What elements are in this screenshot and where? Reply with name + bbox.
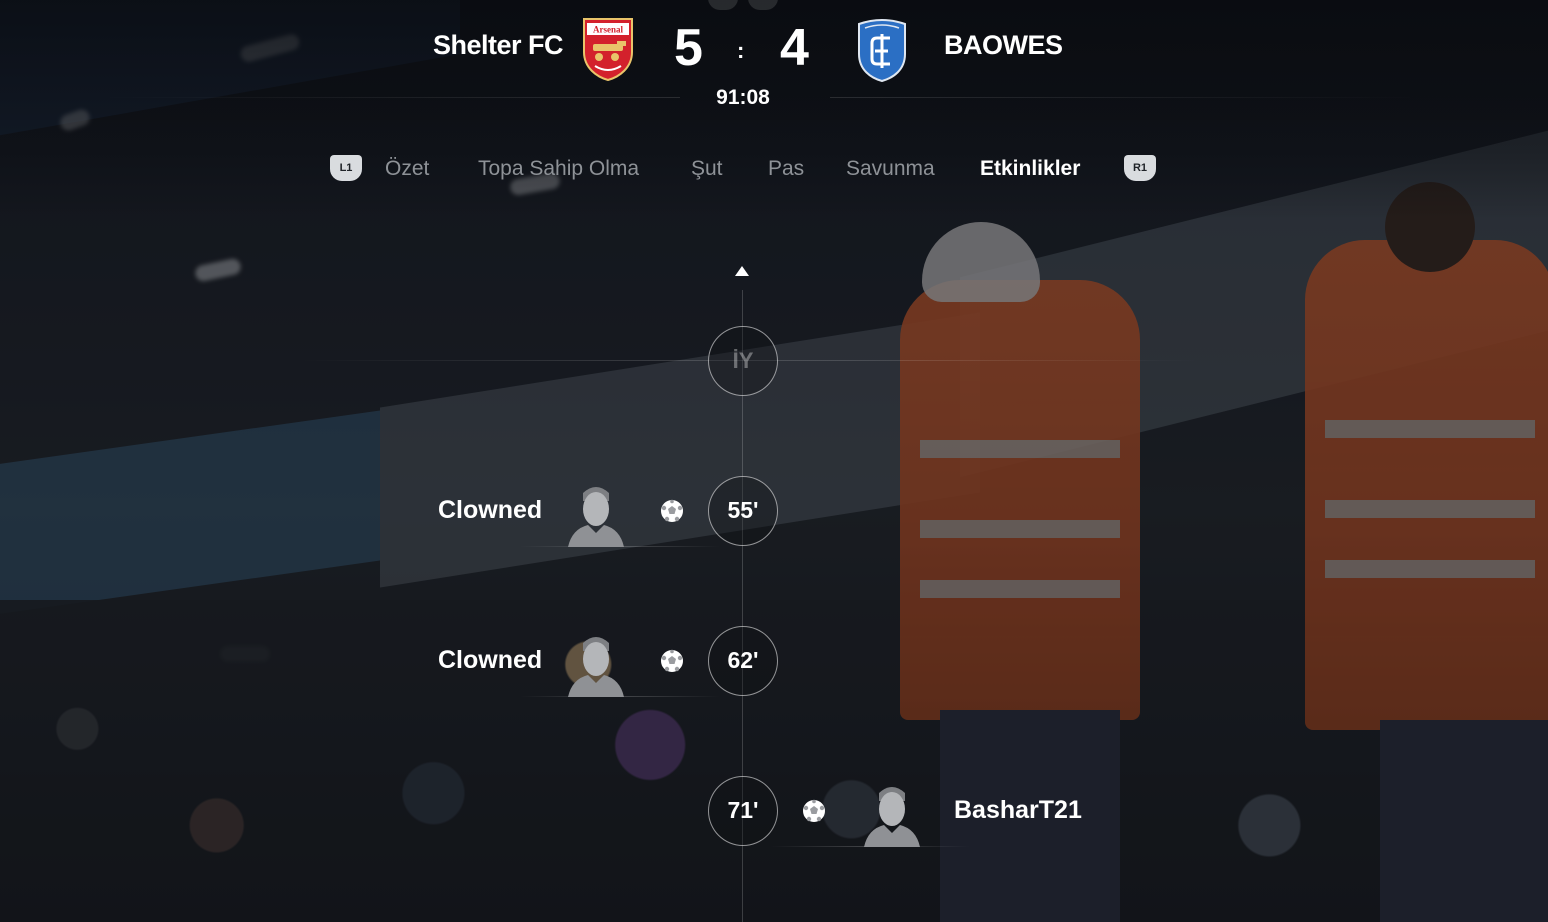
top-fade-overlay — [0, 0, 1548, 220]
event-minute-badge[interactable]: 62' — [708, 626, 778, 696]
l1-bumper-button[interactable]: L1 — [330, 155, 362, 181]
top-indicators — [708, 0, 788, 10]
tab-shots[interactable]: Şut — [691, 157, 723, 181]
player-avatar-icon — [568, 637, 624, 697]
player-avatar-icon — [864, 787, 920, 847]
event-player-name: Clowned — [438, 496, 543, 524]
indicator-icon — [748, 0, 778, 10]
tab-events[interactable]: Etkinlikler — [980, 157, 1080, 181]
tab-possession[interactable]: Topa Sahip Olma — [478, 157, 639, 181]
home-score: 5 — [674, 19, 703, 77]
scoreboard-divider-left — [100, 97, 680, 98]
goal-ball-icon — [661, 499, 683, 522]
event-player-name: Clowned — [438, 646, 543, 674]
tab-passing[interactable]: Pas — [768, 157, 804, 181]
goal-ball-icon — [661, 649, 683, 672]
score-separator: : — [737, 38, 745, 63]
r1-bumper-button[interactable]: R1 — [1124, 155, 1156, 181]
crest-label: Arsenal — [593, 25, 623, 35]
away-score: 4 — [780, 19, 809, 77]
indicator-icon — [708, 0, 738, 10]
empoli-crest-icon — [858, 19, 906, 82]
home-team-name: Shelter FC — [433, 30, 564, 60]
goal-ball-icon — [803, 799, 825, 822]
tab-defense[interactable]: Savunma — [846, 157, 935, 181]
event-minute-badge[interactable]: 55' — [708, 476, 778, 546]
match-clock: 91:08 — [716, 86, 770, 109]
away-team-name: BAOWES — [944, 30, 1063, 60]
scoreboard-divider-right — [830, 97, 1420, 98]
tab-ozet[interactable]: Özet — [385, 157, 429, 181]
event-player-name: BasharT21 — [954, 796, 1082, 824]
arsenal-crest-icon: Arsenal — [583, 18, 633, 82]
event-minute-badge[interactable]: 71' — [708, 776, 778, 846]
player-avatar-icon — [568, 487, 624, 547]
half-time-marker: İY — [708, 326, 778, 396]
scroll-up-arrow-icon[interactable] — [735, 266, 749, 276]
